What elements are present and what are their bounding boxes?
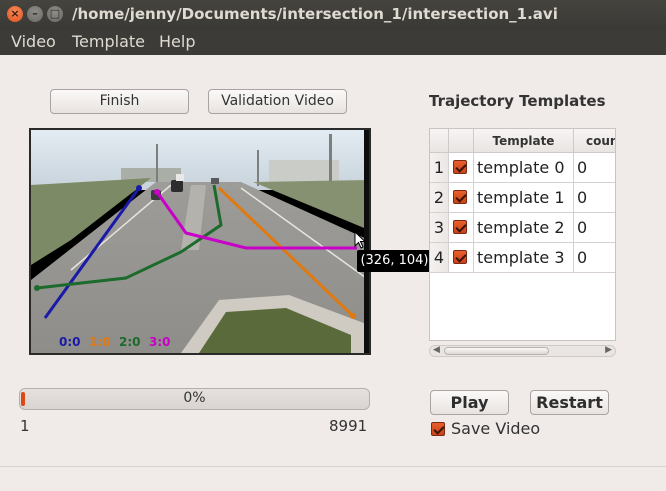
template-name[interactable]: template 2 <box>474 213 574 243</box>
menu-template[interactable]: Template <box>72 32 145 51</box>
coordinate-tooltip: (326, 104) <box>357 250 432 272</box>
template-name[interactable]: template 1 <box>474 183 574 213</box>
column-header-check[interactable] <box>449 129 474 153</box>
column-header-count[interactable]: coun <box>574 129 615 153</box>
progress-percent: 0% <box>183 390 206 406</box>
legend-label-1: 1:0 <box>89 335 111 349</box>
play-button[interactable]: Play <box>430 390 509 415</box>
window-title: /home/jenny/Documents/intersection_1/int… <box>72 5 558 23</box>
building <box>269 160 339 184</box>
row-checkbox[interactable] <box>453 160 467 174</box>
row-checkbox[interactable] <box>453 190 467 204</box>
menu-bar: Video Template Help <box>0 29 666 55</box>
minimize-window-button[interactable]: – <box>27 6 43 22</box>
row-checkbox-cell[interactable] <box>449 243 474 273</box>
table-corner <box>430 129 449 153</box>
progress-bar: 0% <box>19 388 370 410</box>
legend-label-0: 0:0 <box>59 335 81 349</box>
menu-help[interactable]: Help <box>159 32 195 51</box>
row-checkbox-cell[interactable] <box>449 153 474 183</box>
row-checkbox[interactable] <box>453 250 467 264</box>
trajectory-0-point <box>136 185 142 191</box>
save-video-label: Save Video <box>451 419 541 438</box>
main-panel: Finish Validation Video 0:0 1:0 2:0 3:0 … <box>0 55 666 466</box>
validation-video-button[interactable]: Validation Video <box>208 89 347 114</box>
row-checkbox[interactable] <box>453 220 467 234</box>
pole <box>329 134 332 186</box>
legend-label-2: 2:0 <box>119 335 141 349</box>
trajectory-3-point <box>154 189 160 195</box>
template-count: 0 <box>574 153 615 183</box>
save-video-checkbox[interactable] <box>431 422 445 436</box>
car <box>176 174 184 181</box>
frame-end-label: 8991 <box>329 417 368 435</box>
close-window-button[interactable]: × <box>7 6 23 22</box>
table-row[interactable]: 1 template 0 0 <box>430 153 615 183</box>
column-header-template[interactable]: Template <box>474 129 574 153</box>
row-checkbox-cell[interactable] <box>449 183 474 213</box>
table-row[interactable]: 2 template 1 0 <box>430 183 615 213</box>
scroll-left-icon[interactable]: ◀ <box>433 345 440 355</box>
restart-button[interactable]: Restart <box>530 390 609 415</box>
frame-start-label: 1 <box>20 417 30 435</box>
pole <box>257 150 259 186</box>
maximize-window-button[interactable]: □ <box>47 6 63 22</box>
templates-table: Template coun 1 template 0 0 2 template … <box>429 128 616 341</box>
template-count: 0 <box>574 213 615 243</box>
video-scene: 0:0 1:0 2:0 3:0 <box>31 130 369 353</box>
pole <box>156 144 158 184</box>
row-number: 1 <box>430 153 449 183</box>
save-video-option[interactable]: Save Video <box>431 419 540 438</box>
template-count: 0 <box>574 243 615 273</box>
row-number: 2 <box>430 183 449 213</box>
finish-button[interactable]: Finish <box>50 89 189 114</box>
table-horizontal-scrollbar[interactable]: ◀ ▶ <box>429 345 616 357</box>
status-bar <box>0 466 666 491</box>
mouse-cursor-icon <box>354 231 366 249</box>
row-number: 3 <box>430 213 449 243</box>
trajectory-1-point <box>350 313 356 319</box>
video-frame[interactable]: 0:0 1:0 2:0 3:0 <box>29 128 371 355</box>
legend-label-3: 3:0 <box>149 335 171 349</box>
trajectory-templates-heading: Trajectory Templates <box>429 92 606 110</box>
template-count: 0 <box>574 183 615 213</box>
template-name[interactable]: template 0 <box>474 153 574 183</box>
car <box>171 180 183 192</box>
template-name[interactable]: template 3 <box>474 243 574 273</box>
scroll-right-icon[interactable]: ▶ <box>605 345 612 355</box>
title-bar: × – □ /home/jenny/Documents/intersection… <box>0 0 666 29</box>
row-checkbox-cell[interactable] <box>449 213 474 243</box>
menu-video[interactable]: Video <box>11 32 56 51</box>
scrollbar-thumb[interactable] <box>444 347 549 355</box>
table-row[interactable]: 3 template 2 0 <box>430 213 615 243</box>
trajectory-2-point <box>34 285 40 291</box>
car <box>211 178 219 184</box>
table-row[interactable]: 4 template 3 0 <box>430 243 615 273</box>
row-number: 4 <box>430 243 449 273</box>
